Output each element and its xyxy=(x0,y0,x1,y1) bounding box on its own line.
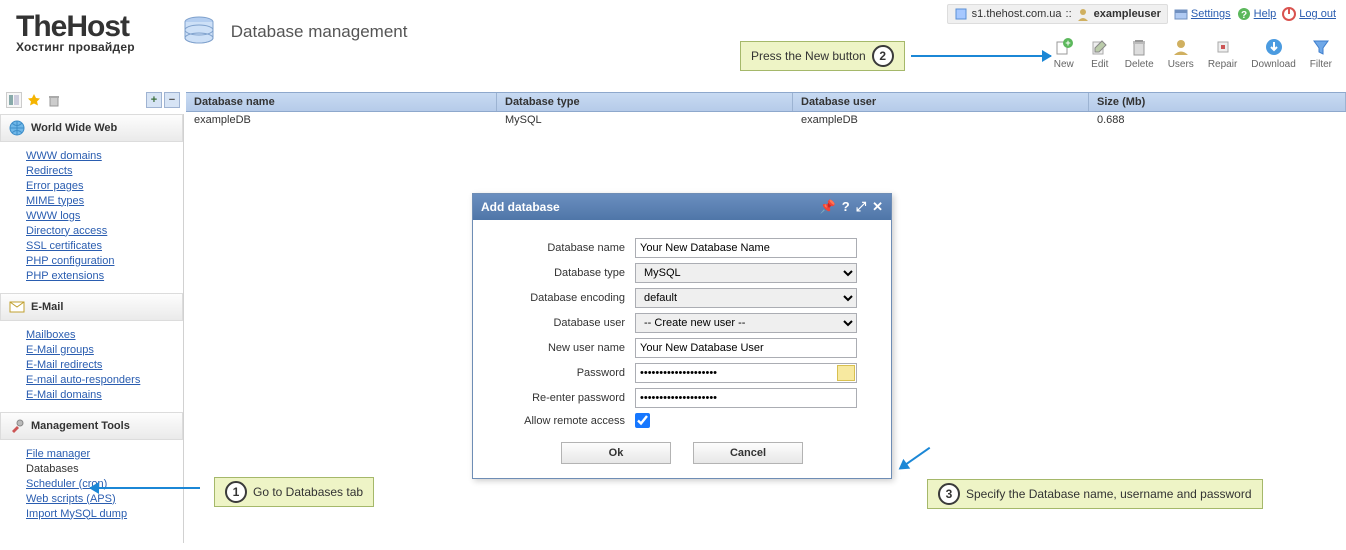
label-remote: Allow remote access xyxy=(493,415,635,427)
label-new-user: New user name xyxy=(493,342,635,354)
sidebar-item-import-mysql[interactable]: Import MySQL dump xyxy=(26,506,183,521)
download-button[interactable]: Download xyxy=(1247,34,1299,72)
sidebar-item-file-manager[interactable]: File manager xyxy=(26,446,183,461)
label-repassword: Re-enter password xyxy=(493,392,635,404)
col-db-type[interactable]: Database type xyxy=(497,93,793,111)
tutorial-callout-3: 3 Specify the Database name, username an… xyxy=(927,479,1263,509)
arrow-icon xyxy=(911,55,1051,57)
input-db-name[interactable] xyxy=(635,238,857,258)
collapse-icon[interactable]: − xyxy=(164,92,180,108)
dialog-title: Add database xyxy=(481,200,560,214)
sidebar-section-email[interactable]: E-Mail xyxy=(0,293,183,321)
select-db-type[interactable]: MySQL xyxy=(635,263,857,283)
arrow-icon xyxy=(90,487,200,489)
svg-text:+: + xyxy=(1065,38,1070,48)
sidebar-item-databases[interactable]: Databases xyxy=(26,461,183,476)
database-icon xyxy=(179,12,219,52)
select-db-user[interactable]: -- Create new user -- xyxy=(635,313,857,333)
add-database-dialog: Add database 📌 ? ⤢ ✕ Database name Datab… xyxy=(472,193,892,479)
sidebar-item-php-ext[interactable]: PHP extensions xyxy=(26,268,183,283)
input-repassword[interactable] xyxy=(635,388,857,408)
sidebar-item-web-scripts[interactable]: Web scripts (APS) xyxy=(26,491,183,506)
table-header: Database name Database type Database use… xyxy=(186,92,1346,112)
panel-toggle-icon[interactable] xyxy=(6,92,22,108)
select-encoding[interactable]: default xyxy=(635,288,857,308)
sidebar-item-mime-types[interactable]: MIME types xyxy=(26,193,183,208)
maximize-icon[interactable]: ⤢ xyxy=(856,199,866,215)
expand-icon[interactable]: + xyxy=(146,92,162,108)
help-link[interactable]: ? Help xyxy=(1237,7,1277,21)
sidebar-item-php-config[interactable]: PHP configuration xyxy=(26,253,183,268)
pin-icon[interactable]: 📌 xyxy=(820,199,836,215)
tutorial-callout-2: Press the New button 2 xyxy=(740,41,1051,71)
table-row[interactable]: exampleDB MySQL exampleDB 0.688 xyxy=(186,112,1346,130)
server-host: s1.thehost.com.ua xyxy=(972,8,1062,20)
delete-button[interactable]: Delete xyxy=(1121,34,1158,72)
page-title: Database management xyxy=(231,22,408,42)
help-icon[interactable]: ? xyxy=(842,199,850,215)
logout-link[interactable]: Log out xyxy=(1282,7,1336,21)
current-user: exampleuser xyxy=(1094,8,1161,20)
sidebar-item-directory-access[interactable]: Directory access xyxy=(26,223,183,238)
close-icon[interactable]: ✕ xyxy=(872,199,883,215)
label-db-name: Database name xyxy=(493,242,635,254)
sidebar-item-email-groups[interactable]: E-Mail groups xyxy=(26,342,183,357)
sidebar-item-redirects[interactable]: Redirects xyxy=(26,163,183,178)
ok-button[interactable]: Ok xyxy=(561,442,671,464)
sidebar-item-email-redirects[interactable]: E-Mail redirects xyxy=(26,357,183,372)
sidebar-item-ssl[interactable]: SSL certificates xyxy=(26,238,183,253)
trash-icon[interactable] xyxy=(46,92,62,108)
sidebar-item-auto-responders[interactable]: E-mail auto-responders xyxy=(26,372,183,387)
label-db-type: Database type xyxy=(493,267,635,279)
col-db-size[interactable]: Size (Mb) xyxy=(1089,93,1346,111)
col-db-name[interactable]: Database name xyxy=(186,93,497,111)
sidebar-item-www-domains[interactable]: WWW domains xyxy=(26,148,183,163)
arrow-icon xyxy=(900,447,931,469)
svg-text:?: ? xyxy=(1241,10,1247,21)
new-button[interactable]: + New xyxy=(1049,34,1079,72)
checkbox-remote[interactable] xyxy=(635,413,650,428)
filter-button[interactable]: Filter xyxy=(1306,34,1336,72)
users-button[interactable]: Users xyxy=(1164,34,1198,72)
tutorial-callout-1: 1 Go to Databases tab xyxy=(214,477,374,507)
sidebar-section-www[interactable]: World Wide Web xyxy=(0,114,183,142)
sidebar-item-www-logs[interactable]: WWW logs xyxy=(26,208,183,223)
label-password: Password xyxy=(493,367,635,379)
sidebar-section-tools[interactable]: Management Tools xyxy=(0,412,183,440)
site-logo: TheHost Хостинг провайдер xyxy=(16,10,135,54)
cancel-button[interactable]: Cancel xyxy=(693,442,803,464)
star-icon[interactable] xyxy=(26,92,42,108)
sidebar-item-mailboxes[interactable]: Mailboxes xyxy=(26,327,183,342)
generate-password-icon[interactable] xyxy=(837,365,855,381)
label-db-user: Database user xyxy=(493,317,635,329)
col-db-user[interactable]: Database user xyxy=(793,93,1089,111)
label-encoding: Database encoding xyxy=(493,292,635,304)
input-password[interactable] xyxy=(635,363,857,383)
server-info: s1.thehost.com.ua :: exampleuser xyxy=(947,4,1168,24)
input-new-user[interactable] xyxy=(635,338,857,358)
sidebar-item-email-domains[interactable]: E-Mail domains xyxy=(26,387,183,402)
settings-link[interactable]: Settings xyxy=(1174,7,1231,21)
sidebar: World Wide Web WWW domains Redirects Err… xyxy=(0,114,184,543)
repair-button[interactable]: Repair xyxy=(1204,34,1241,72)
sidebar-item-error-pages[interactable]: Error pages xyxy=(26,178,183,193)
edit-button[interactable]: Edit xyxy=(1085,34,1115,72)
